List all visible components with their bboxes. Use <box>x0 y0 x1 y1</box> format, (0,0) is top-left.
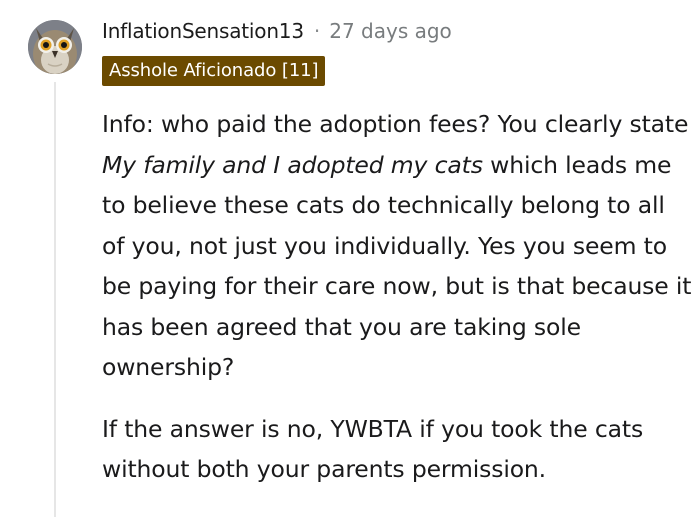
comment-header: InflationSensation13 · 27 days ago <box>102 14 452 48</box>
paragraph-1-emphasis: My family and I adopted my cats <box>102 150 483 179</box>
comment-paragraph-1: Info: who paid the adoption fees? You cl… <box>102 104 692 388</box>
paragraph-1-text-after: which leads me to believe these cats do … <box>102 150 692 382</box>
separator-dot: · <box>313 19 321 43</box>
username-link[interactable]: InflationSensation13 <box>102 19 304 43</box>
thread-line[interactable] <box>54 82 56 517</box>
owl-avatar-icon[interactable] <box>28 20 82 74</box>
comment-paragraph-2: If the answer is no, YWBTA if you took t… <box>102 414 644 484</box>
paragraph-1-text-before: Info: who paid the adoption fees? You cl… <box>102 110 689 138</box>
timestamp-link[interactable]: 27 days ago <box>329 19 452 43</box>
comment: InflationSensation13 · 27 days ago Assho… <box>0 0 700 517</box>
user-flair-badge: Asshole Aficionado [11] <box>102 56 326 86</box>
comment-body: Info: who paid the adoption fees? You cl… <box>102 104 692 490</box>
